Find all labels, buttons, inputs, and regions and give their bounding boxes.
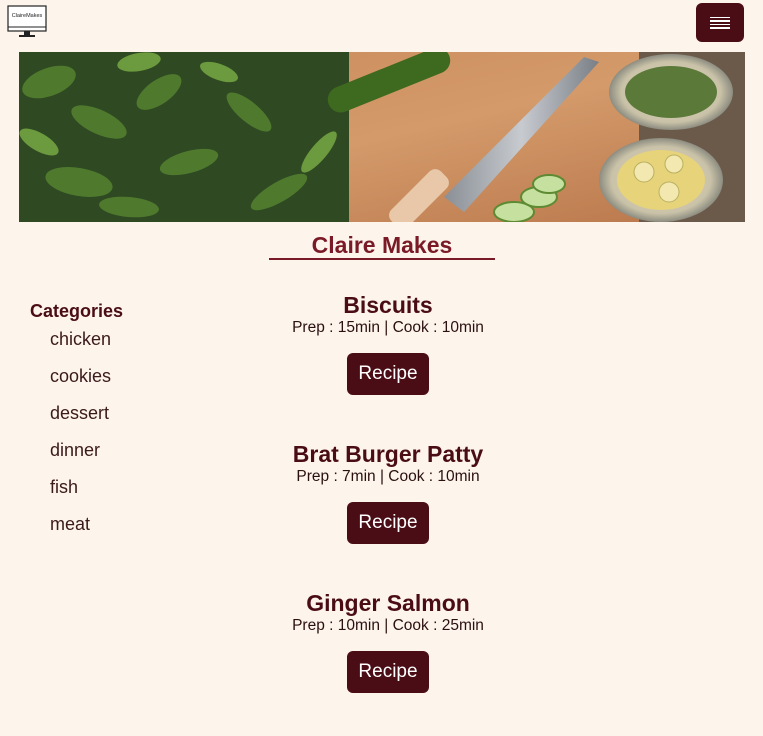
categories-heading: Categories <box>30 301 124 321</box>
recipe-times: Prep : 7min | Cook : 10min <box>296 468 480 485</box>
categories-sidebar: Categories chicken cookies dessert dinne… <box>30 300 230 550</box>
menu-button[interactable] <box>696 3 744 42</box>
site-logo[interactable]: ClaireMakes <box>7 5 47 39</box>
recipe-card: Brat Burger Patty Prep : 7min | Cook : 1… <box>248 441 528 590</box>
recipe-button[interactable]: Recipe <box>347 353 429 395</box>
recipe-button[interactable]: Recipe <box>347 651 429 693</box>
recipe-card: Ginger Salmon Prep : 10min | Cook : 25mi… <box>248 590 528 736</box>
recipe-title: Biscuits <box>343 292 433 318</box>
recipe-times: Prep : 10min | Cook : 25min <box>292 617 484 634</box>
category-item-dinner[interactable]: dinner <box>50 439 230 461</box>
category-item-dessert[interactable]: dessert <box>50 402 230 424</box>
category-item-fish[interactable]: fish <box>50 476 230 498</box>
categories-list: chicken cookies dessert dinner fish meat <box>30 328 230 535</box>
page: ClaireMakes Claire Makes Categories chic… <box>0 0 763 736</box>
recipe-list: Biscuits Prep : 15min | Cook : 10min Rec… <box>248 292 528 736</box>
hamburger-icon <box>710 15 730 31</box>
category-item-meat[interactable]: meat <box>50 513 230 535</box>
monitor-icon <box>7 5 47 37</box>
hero-image <box>19 52 745 222</box>
recipe-title: Brat Burger Patty <box>292 441 484 467</box>
recipe-title: Ginger Salmon <box>306 590 470 616</box>
category-item-chicken[interactable]: chicken <box>50 328 230 350</box>
category-item-cookies[interactable]: cookies <box>50 365 230 387</box>
recipe-button[interactable]: Recipe <box>347 502 429 544</box>
recipe-times: Prep : 15min | Cook : 10min <box>292 319 484 336</box>
recipe-card: Biscuits Prep : 15min | Cook : 10min Rec… <box>248 292 528 441</box>
logo-text: ClaireMakes <box>11 13 43 19</box>
page-title: Claire Makes <box>269 230 495 260</box>
